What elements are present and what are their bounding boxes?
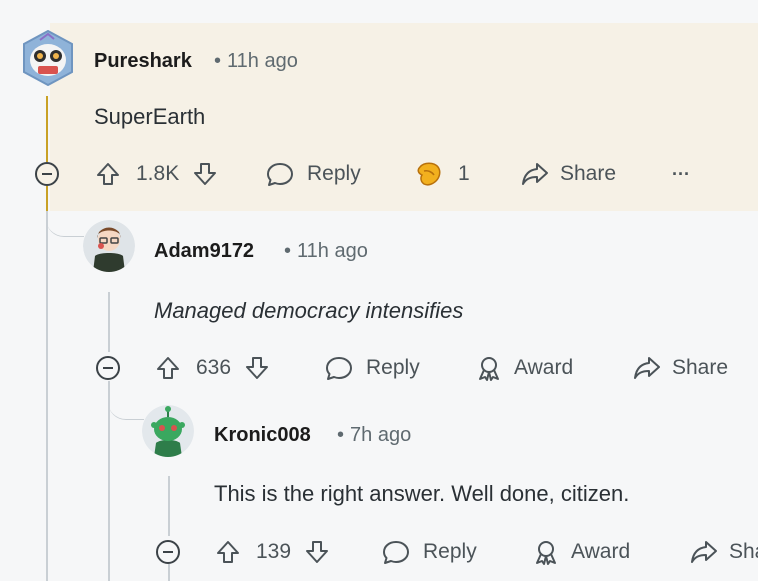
thread-line-adam-lower (108, 381, 110, 581)
comment-timestamp: • 7h ago (337, 424, 411, 447)
separator-dot: • (337, 424, 345, 446)
comment-timestamp: • 11h ago (284, 240, 368, 263)
collapse-button[interactable] (156, 540, 180, 564)
thread-curve-to-kronic (108, 395, 144, 420)
share-button[interactable]: Share (520, 159, 616, 189)
avatar-kronic008[interactable] (142, 405, 194, 457)
thread-line-kronic-lower (168, 564, 170, 581)
award-ribbon-icon (474, 354, 504, 382)
reply-label: Reply (423, 540, 477, 563)
award-label: Award (571, 540, 631, 563)
thread-line-kronic (168, 476, 170, 536)
vote-controls: 139 (214, 537, 331, 567)
downvote-icon[interactable] (303, 538, 331, 566)
more-options-button[interactable]: ··· (672, 159, 690, 189)
comment-username[interactable]: Adam9172 (154, 240, 254, 263)
share-button[interactable]: Share (689, 537, 758, 567)
comment-username[interactable]: Kronic008 (214, 424, 311, 447)
share-arrow-icon (632, 354, 662, 382)
separator-dot: • (284, 240, 292, 262)
separator-dot: • (214, 50, 222, 72)
collapse-button[interactable] (35, 162, 59, 186)
time-text: 11h ago (227, 50, 298, 72)
award-button[interactable]: Award (531, 537, 630, 567)
reply-button[interactable]: Reply (265, 159, 361, 189)
avatar-pureshark[interactable] (20, 30, 76, 86)
more-dots-icon: ··· (672, 163, 690, 184)
vote-controls: 636 (154, 353, 271, 383)
award-button[interactable]: Award (474, 353, 573, 383)
thread-curve-to-adam (46, 211, 84, 237)
thread-line-adam (108, 292, 110, 352)
downvote-icon[interactable] (243, 354, 271, 382)
collapse-button[interactable] (96, 356, 120, 380)
thread-line-root (46, 211, 48, 581)
reply-button[interactable]: Reply (381, 537, 477, 567)
thread-line-highlight-lower (46, 186, 48, 211)
reply-button[interactable]: Reply (324, 353, 420, 383)
award-count: 1 (458, 162, 470, 185)
award-button[interactable]: 1 (414, 159, 470, 189)
comment-bubble-icon (381, 538, 411, 566)
comment-body: Managed democracy intensifies (154, 298, 464, 323)
vote-count: 1.8K (136, 162, 180, 185)
vote-controls: 1.8K (94, 159, 219, 189)
comment-bubble-icon (265, 160, 295, 188)
comment-timestamp: • 11h ago (214, 50, 298, 73)
award-ribbon-icon (531, 538, 561, 566)
share-button[interactable]: Share (632, 353, 728, 383)
comment-body: SuperEarth (94, 104, 206, 129)
award-label: Award (514, 356, 574, 379)
share-label: Share (672, 356, 729, 379)
share-arrow-icon (689, 538, 719, 566)
share-label: Share (729, 540, 758, 563)
time-text: 7h ago (350, 424, 412, 446)
vote-count: 139 (256, 540, 292, 563)
upvote-icon[interactable] (94, 160, 122, 188)
time-text: 11h ago (297, 240, 368, 262)
share-label: Share (560, 162, 617, 185)
comment-bubble-icon (324, 354, 354, 382)
upvote-icon[interactable] (154, 354, 182, 382)
avatar-adam9172[interactable] (83, 220, 135, 272)
share-arrow-icon (520, 160, 550, 188)
vote-count: 636 (196, 356, 232, 379)
downvote-icon[interactable] (191, 160, 219, 188)
comment-body: This is the right answer. Well done, cit… (214, 481, 630, 506)
upvote-icon[interactable] (214, 538, 242, 566)
comment-username[interactable]: Pureshark (94, 50, 192, 73)
award-hand-icon (414, 159, 446, 189)
reply-label: Reply (366, 356, 420, 379)
reply-label: Reply (307, 162, 361, 185)
thread-line-highlight (46, 96, 48, 162)
